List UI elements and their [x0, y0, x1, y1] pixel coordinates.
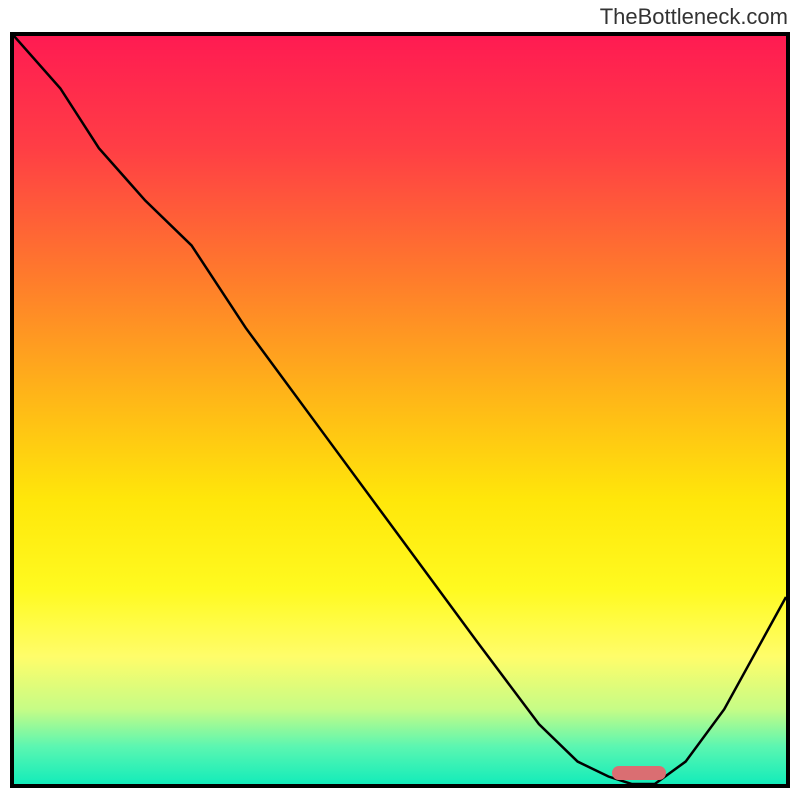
- chart-container: TheBottleneck.com: [0, 0, 800, 800]
- plot-area: [10, 32, 790, 788]
- watermark-label: TheBottleneck.com: [600, 4, 788, 30]
- curve-overlay: [14, 36, 786, 784]
- optimal-zone-marker: [612, 766, 666, 779]
- bottleneck-curve: [14, 36, 786, 784]
